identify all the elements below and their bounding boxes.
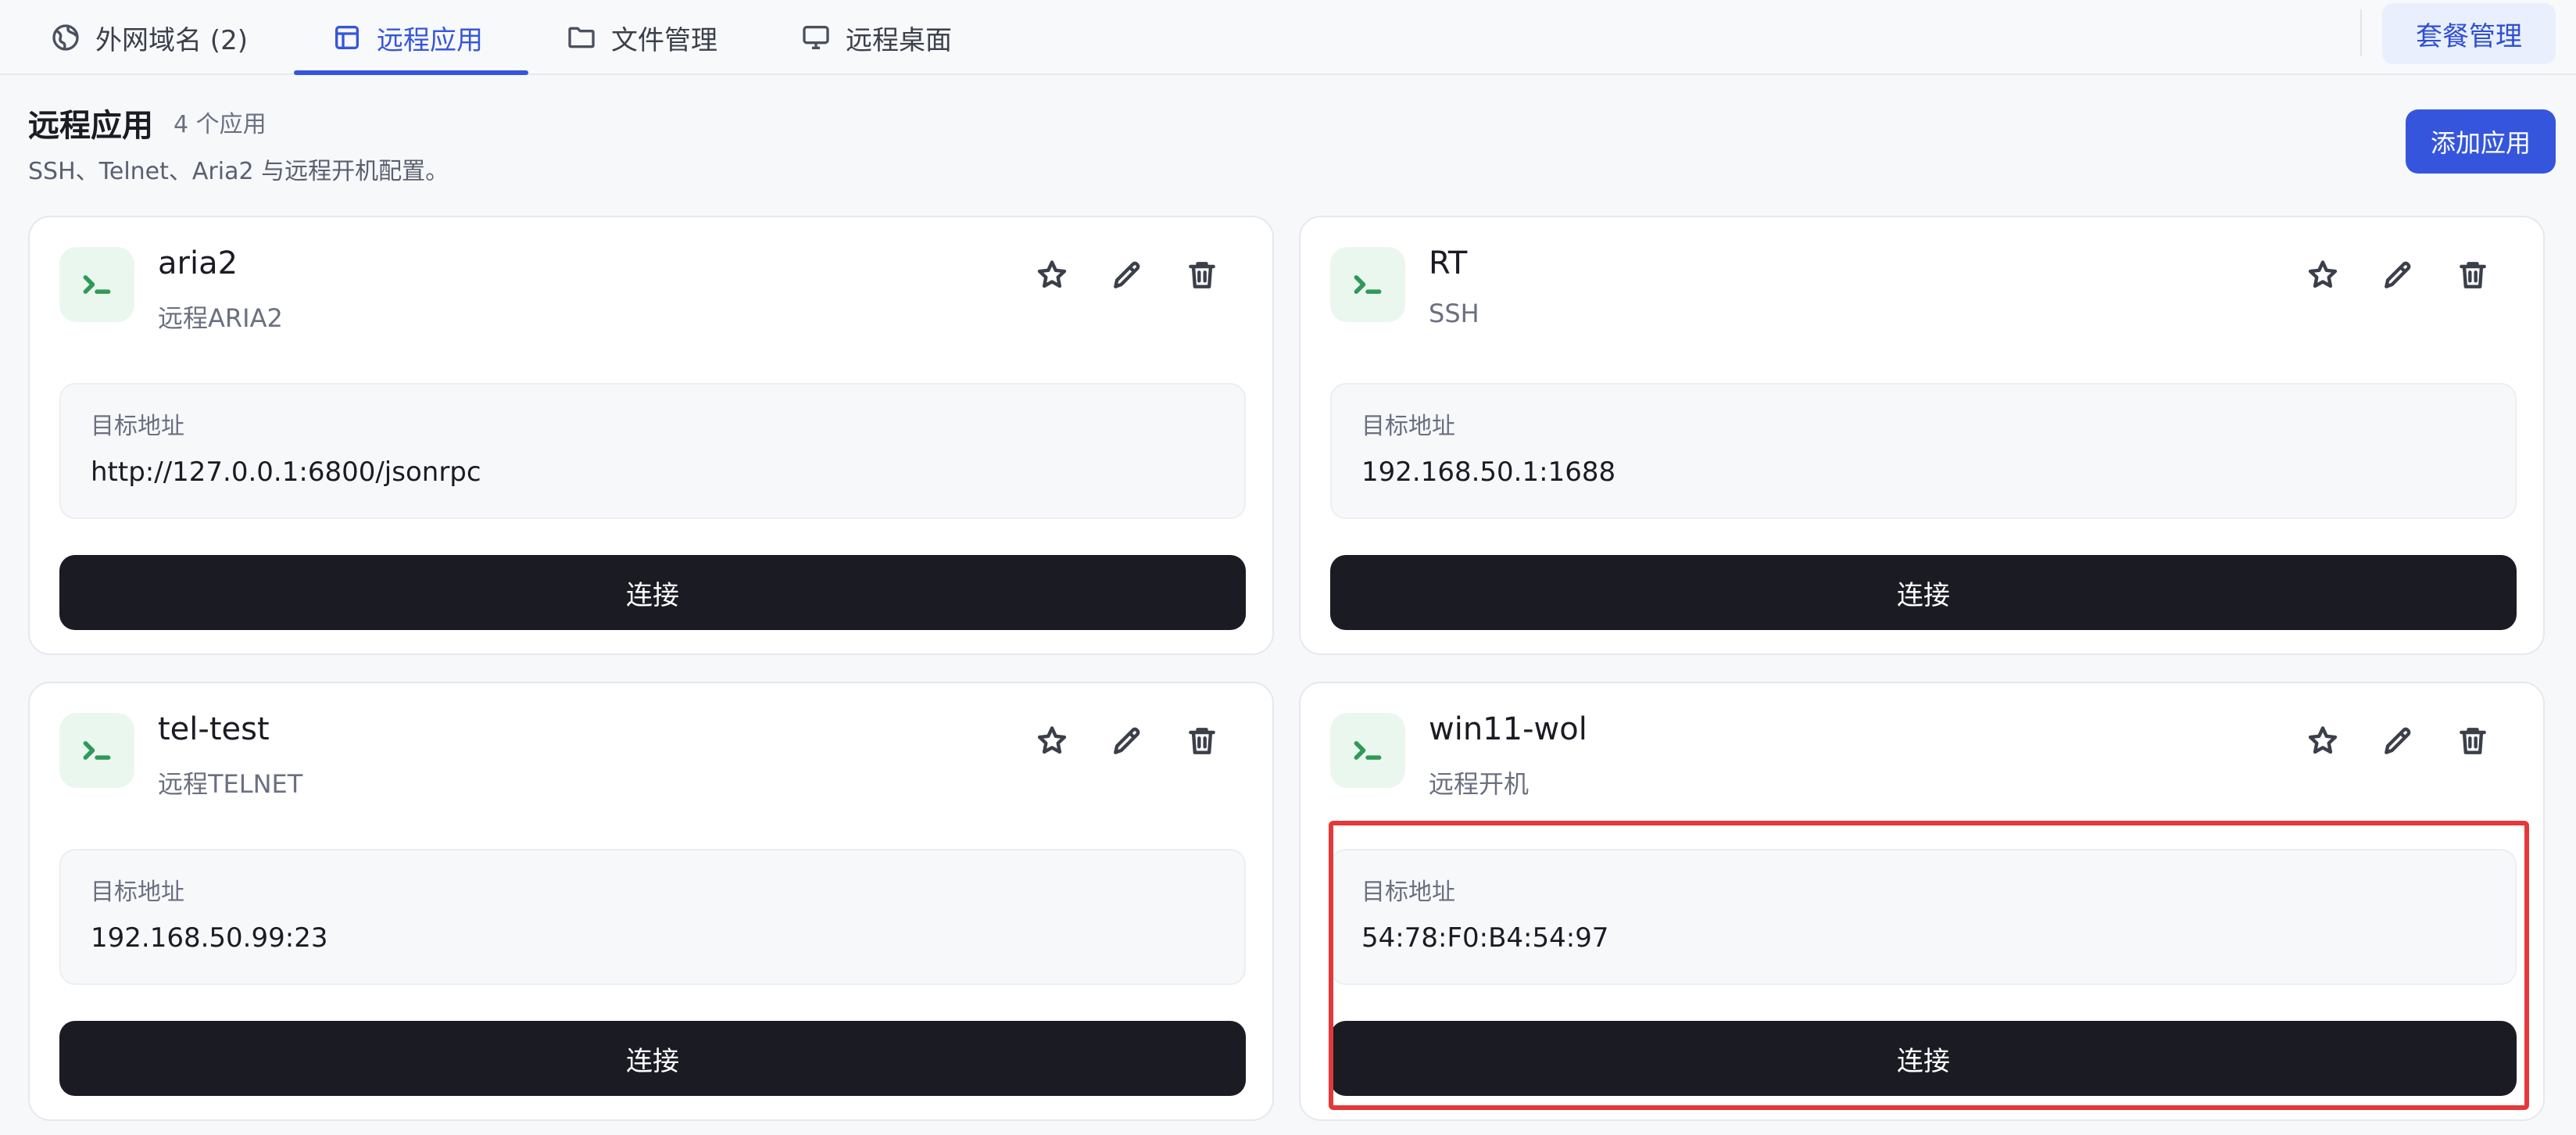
page-title: 远程应用 — [28, 108, 153, 144]
edit-button[interactable] — [1104, 252, 1150, 299]
layout-icon — [335, 26, 359, 49]
delete-button[interactable] — [2449, 718, 2496, 764]
edit-button[interactable] — [2374, 252, 2421, 299]
connect-button[interactable]: 连接 — [1330, 555, 2517, 630]
app-card: win11-wol 远程开机 目标地址 54:78:F0:B4:54:97 连接 — [1299, 682, 2545, 1121]
app-icon — [59, 247, 134, 322]
app-root: 外网域名 (2) 远程应用 文件管理 远程桌面 套餐管理 远程应用 4 个应用 … — [0, 0, 2576, 1135]
favorite-button[interactable] — [1029, 252, 1075, 299]
target-address-value: http://127.0.0.1:6800/jsonrpc — [91, 457, 481, 488]
target-address-value: 192.168.50.99:23 — [91, 922, 328, 954]
edit-button[interactable] — [1104, 718, 1150, 764]
star-icon — [2308, 260, 2338, 288]
app-type: 远程ARIA2 — [158, 303, 283, 333]
folder-icon — [568, 27, 595, 48]
trash-icon — [1189, 262, 1215, 288]
app-icon — [1330, 247, 1405, 322]
app-type: SSH — [1429, 299, 1479, 328]
app-name: aria2 — [158, 245, 238, 281]
tab-file-manager[interactable]: 文件管理 — [566, 0, 717, 75]
tab-label: 远程应用 — [377, 24, 483, 56]
trash-icon — [1189, 728, 1215, 754]
terminal-icon — [83, 741, 111, 760]
connect-button[interactable]: 连接 — [59, 555, 1246, 630]
app-icon — [59, 713, 134, 788]
tab-bar: 外网域名 (2) 远程应用 文件管理 远程桌面 套餐管理 — [0, 0, 2576, 75]
pencil-icon — [1114, 727, 1140, 754]
target-address-label: 目标地址 — [91, 413, 184, 440]
globe-icon — [52, 24, 79, 51]
delete-button[interactable] — [1179, 252, 1225, 299]
page-description: SSH、Telnet、Aria2 与远程开机配置。 — [28, 158, 449, 185]
favorite-button[interactable] — [1029, 718, 1075, 764]
star-icon — [2308, 726, 2338, 754]
terminal-icon — [83, 275, 111, 294]
target-address-label: 目标地址 — [1361, 879, 1455, 906]
pencil-icon — [2385, 261, 2411, 288]
app-icon — [1330, 713, 1405, 788]
terminal-icon — [1354, 741, 1382, 760]
target-address-box: 目标地址 54:78:F0:B4:54:97 — [1330, 849, 2517, 985]
tab-remote-apps[interactable]: 远程应用 — [331, 0, 483, 75]
app-card: RT SSH 目标地址 192.168.50.1:1688 连接 — [1299, 216, 2545, 655]
edit-button[interactable] — [2374, 718, 2421, 764]
favorite-button[interactable] — [2299, 718, 2346, 764]
trash-icon — [2460, 262, 2486, 288]
app-type: 远程开机 — [1429, 769, 1530, 799]
app-card: tel-test 远程TELNET 目标地址 192.168.50.99:23 … — [28, 682, 1274, 1121]
tab-divider — [2360, 9, 2362, 56]
pencil-icon — [2385, 727, 2411, 754]
connect-button[interactable]: 连接 — [59, 1021, 1246, 1096]
terminal-icon — [1354, 275, 1382, 294]
add-app-button[interactable]: 添加应用 — [2406, 109, 2556, 174]
tab-remote-desktop[interactable]: 远程桌面 — [800, 0, 952, 75]
star-icon — [1037, 260, 1067, 288]
tab-domains[interactable]: 外网域名 (2) — [50, 0, 248, 75]
app-card: aria2 远程ARIA2 目标地址 http://127.0.0.1:6800… — [28, 216, 1274, 655]
app-type: 远程TELNET — [158, 769, 303, 799]
tab-label: 外网域名 (2) — [95, 24, 248, 56]
target-address-box: 目标地址 192.168.50.99:23 — [59, 849, 1246, 985]
target-address-value: 54:78:F0:B4:54:97 — [1361, 922, 1609, 954]
connect-button[interactable]: 连接 — [1330, 1021, 2517, 1096]
delete-button[interactable] — [2449, 252, 2496, 299]
tab-label: 文件管理 — [611, 24, 717, 56]
favorite-button[interactable] — [2299, 252, 2346, 299]
target-address-box: 目标地址 192.168.50.1:1688 — [1330, 383, 2517, 519]
trash-icon — [2460, 728, 2486, 754]
pencil-icon — [1114, 261, 1140, 288]
delete-button[interactable] — [1179, 718, 1225, 764]
star-icon — [1037, 726, 1067, 754]
plan-management-button[interactable]: 套餐管理 — [2382, 3, 2556, 64]
monitor-icon — [803, 26, 829, 49]
app-name: tel-test — [158, 711, 270, 747]
app-name: win11-wol — [1429, 711, 1587, 747]
tab-label: 远程桌面 — [846, 24, 952, 56]
app-name: RT — [1429, 245, 1468, 281]
target-address-label: 目标地址 — [1361, 413, 1455, 440]
target-address-label: 目标地址 — [91, 879, 184, 906]
target-address-box: 目标地址 http://127.0.0.1:6800/jsonrpc — [59, 383, 1246, 519]
app-count: 4 个应用 — [174, 111, 267, 138]
active-tab-indicator — [294, 70, 528, 75]
target-address-value: 192.168.50.1:1688 — [1361, 457, 1616, 488]
